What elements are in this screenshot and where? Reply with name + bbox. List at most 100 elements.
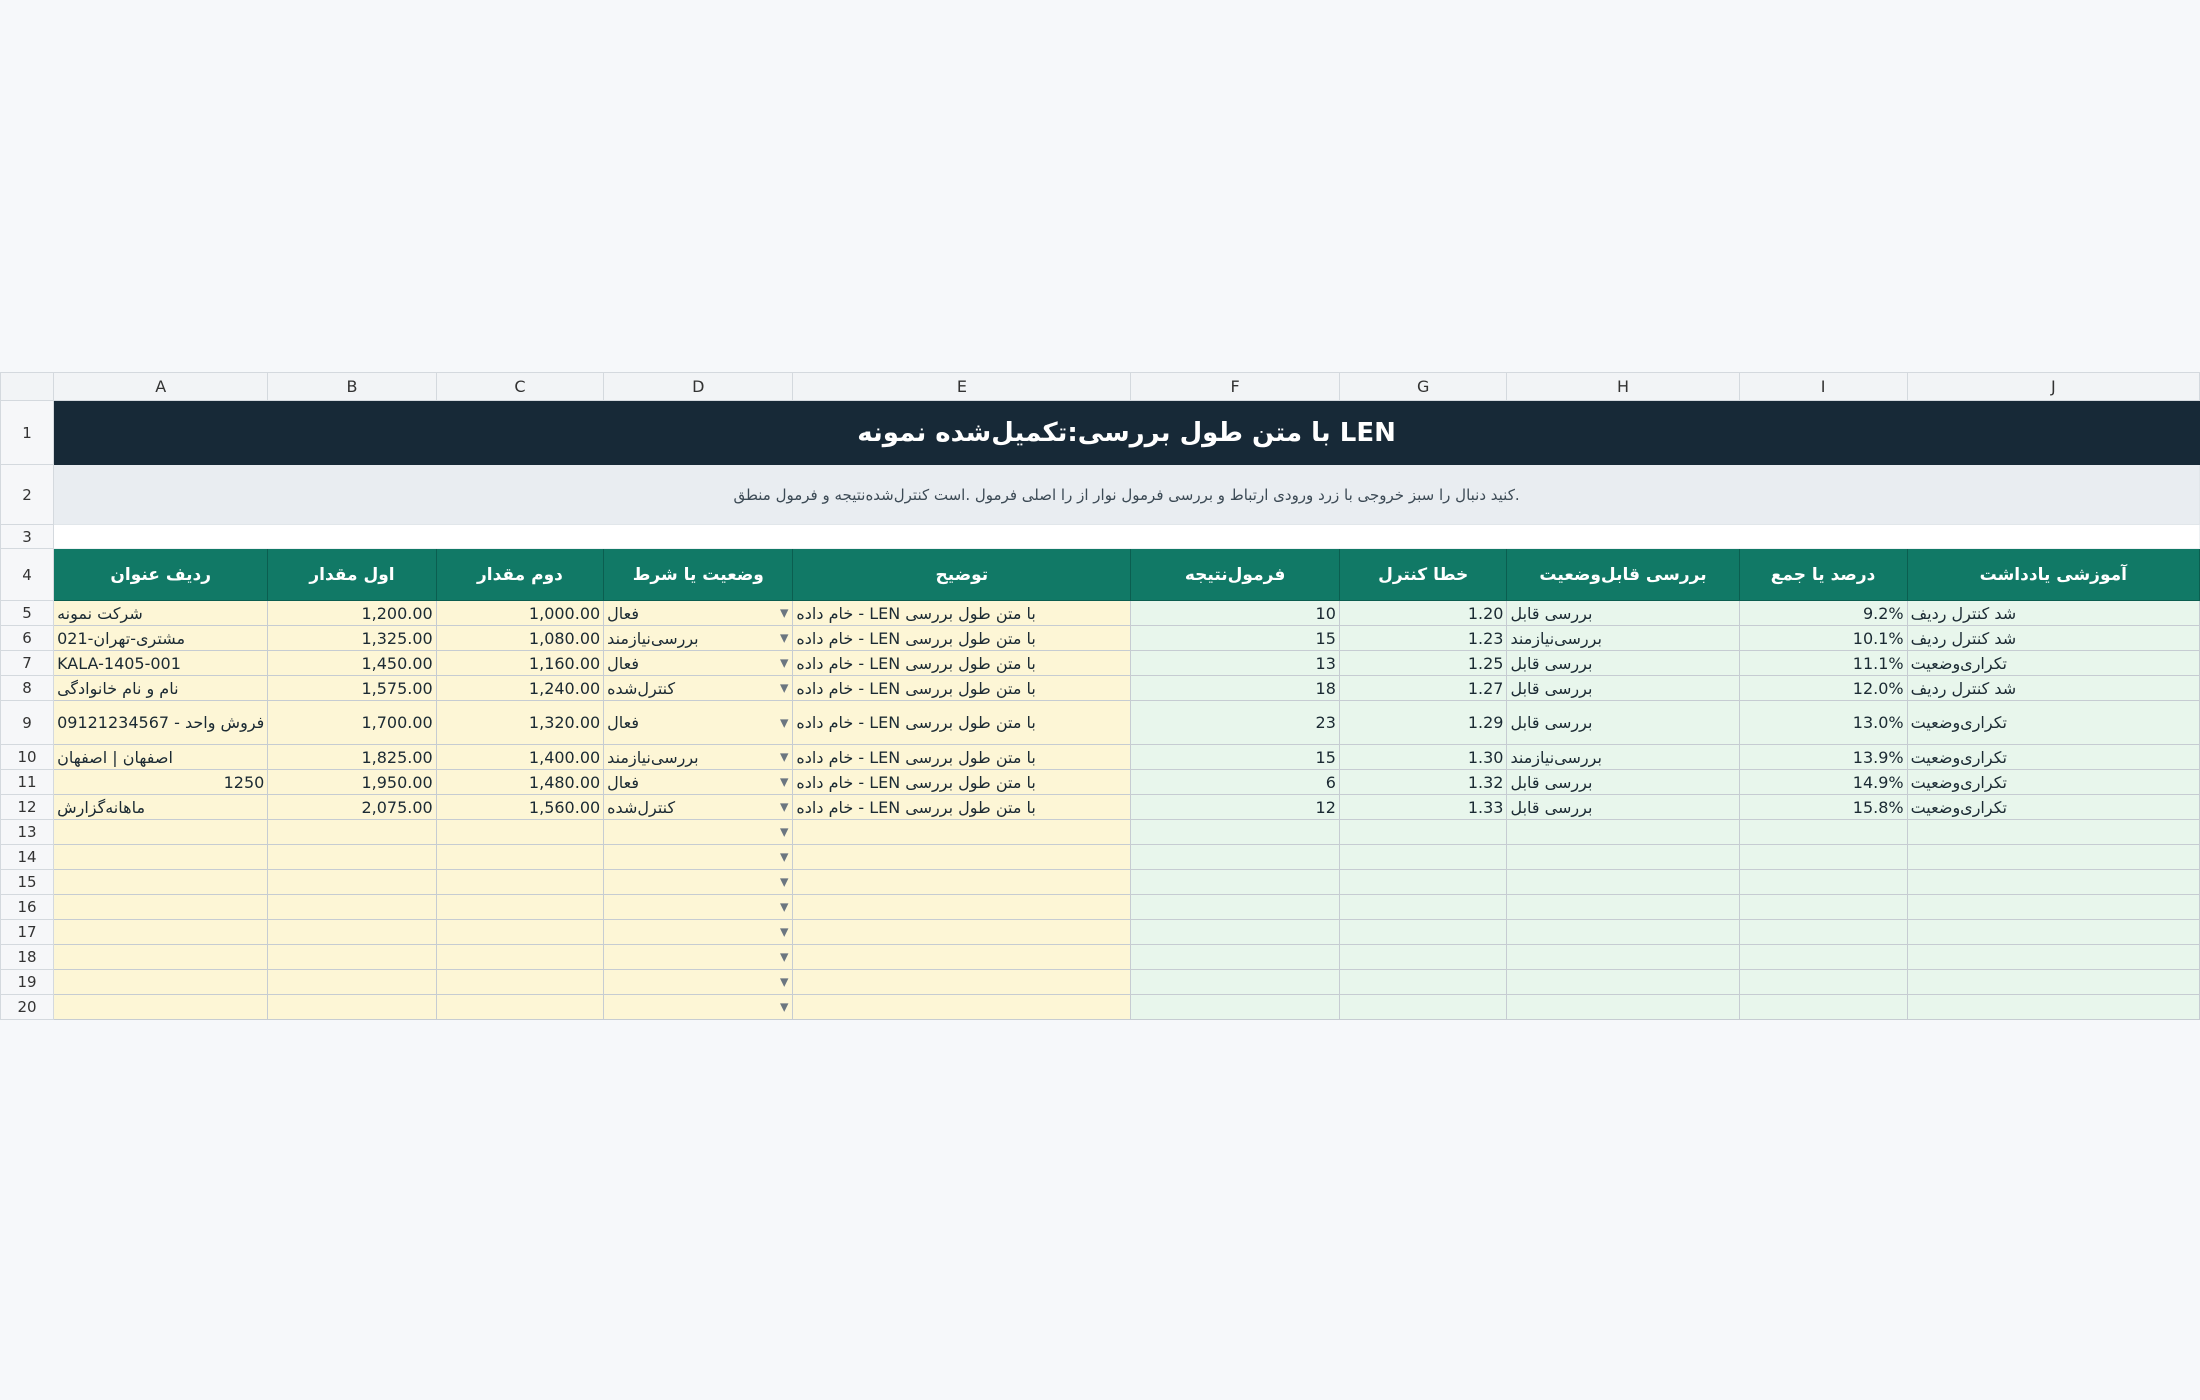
description-cell[interactable]: خام داده - LEN با متن طول بررسی	[792, 794, 1132, 820]
row-title-cell[interactable]	[53, 894, 269, 920]
second-value-cell[interactable]: 1,400.00	[435, 744, 605, 770]
first-value-cell[interactable]: 1,325.00	[267, 625, 437, 651]
row-header[interactable]: 18	[0, 944, 55, 970]
sum-percent-cell[interactable]: 13.9%	[1738, 744, 1908, 770]
educational-note-cell[interactable]: تکراری‌وضعیت	[1906, 769, 2200, 795]
row-header[interactable]: 2	[0, 464, 55, 525]
educational-note-cell[interactable]: تکراری‌وضعیت	[1906, 650, 2200, 676]
header-first-value[interactable]: اول مقدار	[267, 548, 437, 601]
row-title-cell[interactable]: فروش واحد - 09121234567	[53, 700, 269, 745]
description-cell[interactable]	[792, 819, 1132, 845]
status-cell[interactable]: ▼	[603, 869, 794, 895]
formula-result-cell[interactable]: 15	[1130, 625, 1340, 651]
header-description[interactable]: توضیح	[792, 548, 1132, 601]
description-cell[interactable]: خام داده - LEN با متن طول بررسی	[792, 675, 1132, 701]
educational-note-cell[interactable]	[1906, 869, 2200, 895]
error-control-cell[interactable]	[1338, 894, 1508, 920]
header-second-value[interactable]: دوم مقدار	[435, 548, 605, 601]
error-control-cell[interactable]	[1338, 819, 1508, 845]
first-value-cell[interactable]: 1,200.00	[267, 600, 437, 626]
reviewable-status-cell[interactable]: بررسی قابل	[1506, 650, 1740, 676]
row-header[interactable]: 6	[0, 625, 55, 651]
dropdown-arrow-icon[interactable]: ▼	[780, 1001, 788, 1014]
sum-percent-cell[interactable]	[1738, 819, 1908, 845]
row-header[interactable]: 4	[0, 548, 55, 601]
first-value-cell[interactable]	[267, 944, 437, 970]
error-control-cell[interactable]: 1.32	[1338, 769, 1508, 795]
status-cell[interactable]: کنترل‌شده ▼	[603, 794, 794, 820]
sum-percent-cell[interactable]	[1738, 844, 1908, 870]
first-value-cell[interactable]	[267, 869, 437, 895]
first-value-cell[interactable]	[267, 969, 437, 995]
instruction-note[interactable]: .کنید دنبال را سبز خروجی با زرد ورودی ار…	[53, 464, 2200, 525]
sum-percent-cell[interactable]	[1738, 894, 1908, 920]
dropdown-arrow-icon[interactable]: ▼	[780, 876, 788, 889]
error-control-cell[interactable]: 1.27	[1338, 675, 1508, 701]
description-cell[interactable]	[792, 844, 1132, 870]
status-cell[interactable]: ▼	[603, 944, 794, 970]
first-value-cell[interactable]: 1,575.00	[267, 675, 437, 701]
row-title-cell[interactable]: ماهانه‌گزارش	[53, 794, 269, 820]
header-error-control[interactable]: خطا کنترل	[1338, 548, 1508, 601]
sum-percent-cell[interactable]: 14.9%	[1738, 769, 1908, 795]
sum-percent-cell[interactable]: 13.0%	[1738, 700, 1908, 745]
formula-result-cell[interactable]: 12	[1130, 794, 1340, 820]
row-header[interactable]: 5	[0, 600, 55, 626]
row-title-cell[interactable]: KALA-1405-001	[53, 650, 269, 676]
row-header[interactable]: 14	[0, 844, 55, 870]
second-value-cell[interactable]: 1,320.00	[435, 700, 605, 745]
sum-percent-cell[interactable]: 15.8%	[1738, 794, 1908, 820]
second-value-cell[interactable]	[435, 969, 605, 995]
row-header[interactable]: 10	[0, 744, 55, 770]
row-title-cell[interactable]	[53, 994, 269, 1020]
error-control-cell[interactable]	[1338, 869, 1508, 895]
error-control-cell[interactable]: 1.33	[1338, 794, 1508, 820]
sum-percent-cell[interactable]	[1738, 994, 1908, 1020]
sum-percent-cell[interactable]	[1738, 919, 1908, 945]
error-control-cell[interactable]	[1338, 969, 1508, 995]
sum-percent-cell[interactable]	[1738, 944, 1908, 970]
row-title-cell[interactable]	[53, 819, 269, 845]
status-cell[interactable]: ▼	[603, 894, 794, 920]
column-header-i[interactable]: I	[1738, 372, 1908, 401]
reviewable-status-cell[interactable]: بررسی‌نیازمند	[1506, 744, 1740, 770]
second-value-cell[interactable]	[435, 944, 605, 970]
column-header-f[interactable]: F	[1130, 372, 1340, 401]
second-value-cell[interactable]	[435, 894, 605, 920]
educational-note-cell[interactable]: شد کنترل ردیف	[1906, 600, 2200, 626]
reviewable-status-cell[interactable]	[1506, 894, 1740, 920]
second-value-cell[interactable]: 1,560.00	[435, 794, 605, 820]
row-title-cell[interactable]	[53, 944, 269, 970]
formula-result-cell[interactable]	[1130, 919, 1340, 945]
sum-percent-cell[interactable]: 10.1%	[1738, 625, 1908, 651]
dropdown-arrow-icon[interactable]: ▼	[780, 751, 788, 764]
column-header-a[interactable]: A	[53, 372, 269, 401]
formula-result-cell[interactable]	[1130, 819, 1340, 845]
formula-result-cell[interactable]	[1130, 969, 1340, 995]
second-value-cell[interactable]	[435, 994, 605, 1020]
description-cell[interactable]	[792, 894, 1132, 920]
row-title-cell[interactable]: اصفهان | اصفهان	[53, 744, 269, 770]
row-header[interactable]: 3	[0, 524, 55, 549]
blank-cell[interactable]	[53, 524, 2200, 549]
educational-note-cell[interactable]: شد کنترل ردیف	[1906, 625, 2200, 651]
error-control-cell[interactable]	[1338, 844, 1508, 870]
sheet-title[interactable]: LEN با متن طول بررسی:تکمیل‌شده نمونه	[53, 400, 2200, 465]
formula-result-cell[interactable]	[1130, 944, 1340, 970]
sum-percent-cell[interactable]	[1738, 869, 1908, 895]
second-value-cell[interactable]	[435, 869, 605, 895]
dropdown-arrow-icon[interactable]: ▼	[780, 851, 788, 864]
first-value-cell[interactable]: 1,950.00	[267, 769, 437, 795]
sum-percent-cell[interactable]: 9.2%	[1738, 600, 1908, 626]
dropdown-arrow-icon[interactable]: ▼	[780, 682, 788, 695]
reviewable-status-cell[interactable]: بررسی قابل	[1506, 769, 1740, 795]
reviewable-status-cell[interactable]	[1506, 844, 1740, 870]
error-control-cell[interactable]: 1.30	[1338, 744, 1508, 770]
educational-note-cell[interactable]: تکراری‌وضعیت	[1906, 744, 2200, 770]
first-value-cell[interactable]	[267, 919, 437, 945]
reviewable-status-cell[interactable]: بررسی قابل	[1506, 675, 1740, 701]
error-control-cell[interactable]	[1338, 994, 1508, 1020]
row-title-cell[interactable]: 1250	[53, 769, 269, 795]
row-title-cell[interactable]: شرکت نمونه	[53, 600, 269, 626]
dropdown-arrow-icon[interactable]: ▼	[780, 951, 788, 964]
